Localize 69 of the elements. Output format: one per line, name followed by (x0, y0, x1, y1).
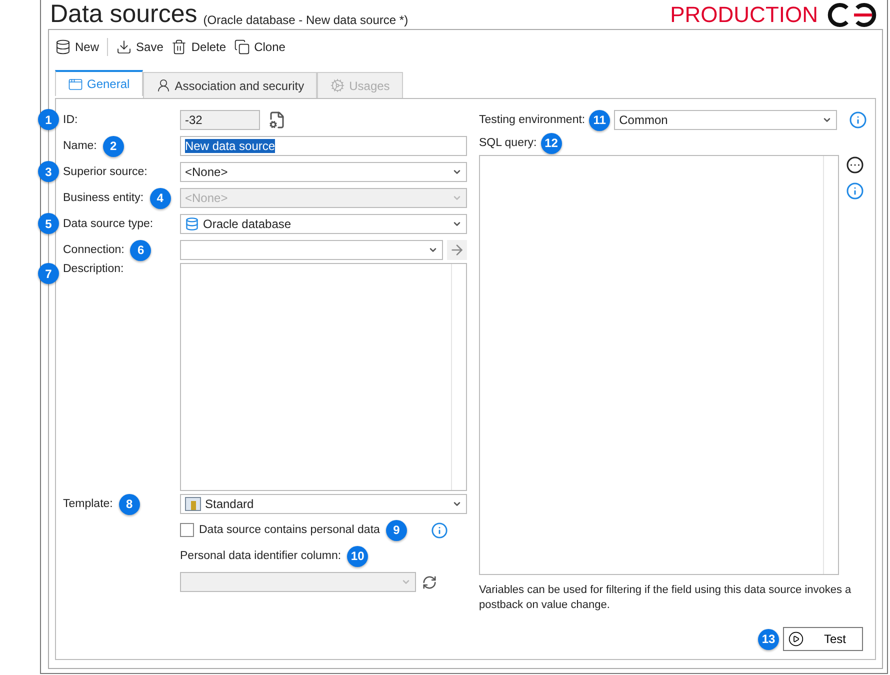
caret-icon (452, 193, 462, 203)
info-icon[interactable] (846, 182, 864, 200)
window-subtitle: (Oracle database - New data source *) (203, 12, 408, 26)
field-label: Data source type: (63, 218, 154, 230)
field-label: Personal data identifier column: (180, 550, 342, 562)
field-label: ID: (63, 114, 78, 126)
number-badge: 7 (38, 263, 59, 284)
number-badge: 5 (38, 213, 59, 234)
number-badge: 1 (38, 109, 59, 130)
caret-icon (452, 499, 462, 509)
info-icon[interactable] (430, 522, 448, 538)
arrow-button[interactable] (447, 240, 467, 260)
dropdown[interactable]: Common (614, 110, 837, 130)
caret-icon (822, 115, 832, 125)
number-badge: 10 (347, 546, 368, 566)
number-badge: 8 (118, 494, 140, 514)
window-title: Data sources (50, 0, 198, 29)
id-field: -32 (180, 110, 260, 130)
number-badge: 2 (102, 136, 124, 156)
toolbar-button[interactable]: Save (116, 39, 164, 55)
download-icon (116, 39, 132, 55)
field-label: Superior source: (63, 166, 148, 178)
field-label: Template: (63, 498, 113, 510)
hint-text: Variables can be used for filtering if the field using this data source invokes a postback on value change. (479, 583, 852, 613)
dropdown[interactable]: Oracle database (180, 214, 467, 234)
field-label: Business entity: (63, 192, 144, 204)
field-label: Testing environment: (479, 114, 586, 126)
database-icon (55, 39, 71, 55)
field-label: Name: (63, 140, 97, 152)
database-icon (185, 217, 199, 231)
toolbar-button[interactable]: Delete (171, 39, 226, 55)
tab[interactable]: General (55, 70, 143, 96)
number-badge: 12 (540, 132, 562, 154)
play-icon (788, 631, 804, 647)
field-label: Connection: (63, 244, 124, 256)
trash-icon (171, 39, 188, 55)
caret-icon (428, 245, 438, 255)
more-icon[interactable] (846, 156, 864, 174)
environment-label: PRODUCTION (670, 2, 818, 28)
field-label: SQL query: (479, 137, 537, 149)
tab[interactable]: Association and security (142, 72, 318, 98)
dropdown[interactable]: <None> (180, 162, 467, 182)
description-field[interactable] (180, 263, 467, 491)
copy-icon (234, 39, 250, 55)
number-badge: 13 (758, 628, 779, 650)
field-label: Description: (63, 263, 124, 275)
number-badge: 4 (150, 188, 171, 208)
arrow-icon (449, 242, 465, 258)
gear-icon (330, 78, 346, 93)
template-icon (185, 497, 201, 511)
test-button[interactable]: Test (783, 627, 863, 651)
name-field[interactable]: New data source (180, 136, 467, 156)
refresh-icon[interactable] (422, 574, 437, 590)
number-badge: 6 (130, 240, 152, 260)
dropdown[interactable]: Standard (180, 494, 467, 514)
dropdown[interactable] (180, 240, 443, 260)
info-icon[interactable] (849, 111, 867, 129)
toolbar-button[interactable]: New (55, 39, 100, 55)
user-icon (156, 78, 171, 93)
personal-data-checkbox[interactable]: Data source contains personal data (180, 523, 380, 537)
file-settings-icon[interactable] (268, 111, 286, 129)
number-badge: 3 (38, 161, 59, 182)
caret-icon (452, 219, 462, 229)
number-badge: 9 (386, 520, 407, 540)
number-badge: 11 (589, 110, 610, 130)
window-icon (68, 76, 83, 92)
toolbar-button[interactable]: Clone (234, 39, 286, 55)
caret-icon (452, 167, 462, 177)
caret-icon (401, 577, 411, 587)
